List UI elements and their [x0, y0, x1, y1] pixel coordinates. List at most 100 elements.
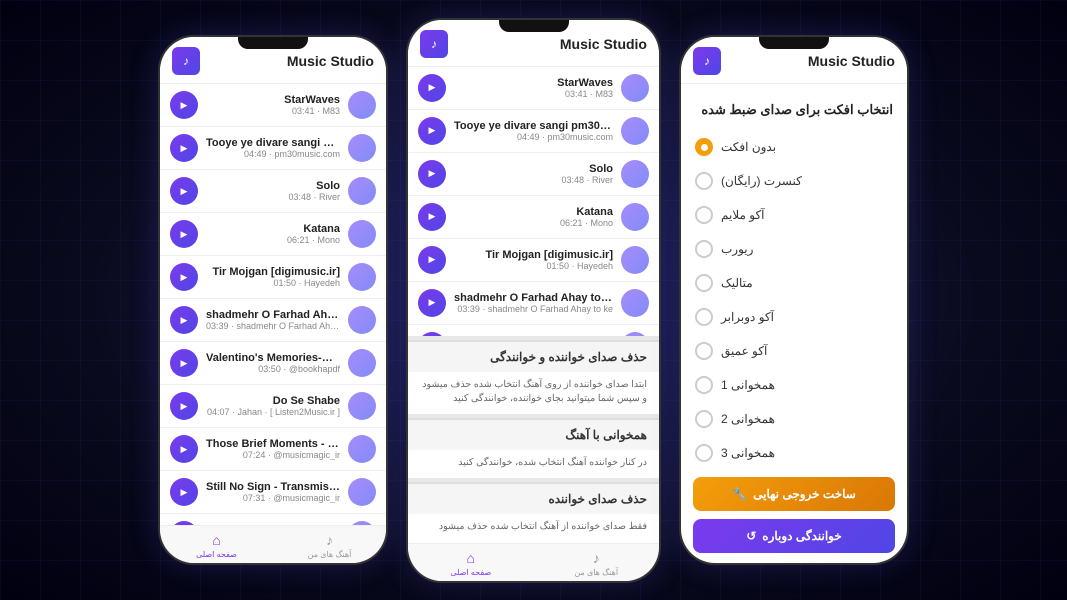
- effect-label-2: آکو ملایم: [721, 208, 765, 222]
- song-avatar-left-5: [348, 306, 376, 334]
- btn-retry[interactable]: خوانندگی دوباره ↺: [693, 519, 895, 553]
- song-meta-center-3: 06:21 · Mono: [454, 218, 613, 228]
- play-btn-center-2[interactable]: ▶: [418, 160, 446, 188]
- effect-item-9[interactable]: همخوانی 3: [681, 436, 907, 467]
- radio-2[interactable]: [695, 206, 713, 224]
- radio-0[interactable]: [695, 138, 713, 156]
- play-btn-left-1[interactable]: ▶: [170, 134, 198, 162]
- effect-label-1: کنسرت (رایگان): [721, 174, 802, 188]
- song-item-left-7[interactable]: ▶ Do Se Shabe 04:07 · Jahan · [ Listen2M…: [160, 385, 386, 428]
- action-buttons-right: ساخت خروجی نهایی 🔧 خوانندگی دوباره ↺: [681, 467, 907, 563]
- song-item-left-0[interactable]: ▶ StarWaves 03:41 · M83: [160, 84, 386, 127]
- effect-label-7: همخوانی 1: [721, 378, 775, 392]
- effect-item-8[interactable]: همخوانی 2: [681, 402, 907, 436]
- song-avatar-center-3: [621, 203, 649, 231]
- btn-final[interactable]: ساخت خروجی نهایی 🔧: [693, 477, 895, 511]
- song-item-left-4[interactable]: ▶ Tir Mojgan [digimusic.ir] 01:50 · Haye…: [160, 256, 386, 299]
- play-btn-center-1[interactable]: ▶: [418, 117, 446, 145]
- song-title-center-4: Tir Mojgan [digimusic.ir]: [454, 249, 613, 261]
- effect-label-8: همخوانی 2: [721, 412, 775, 426]
- phone-left: ♪ Music Studio ▶ StarWaves 03:41 · M83 ▶…: [158, 35, 388, 565]
- song-title-center-5: shadmehr O Farhad Ahay to ke: [454, 292, 613, 304]
- song-item-center-2[interactable]: ▶ Solo 03:48 · River: [408, 153, 659, 196]
- song-info-center-1: Tooye ye divare sangi pm30music.com 04:4…: [454, 120, 613, 142]
- header-title-left: Music Studio: [208, 53, 374, 69]
- song-avatar-left-6: [348, 349, 376, 377]
- song-list-left[interactable]: ▶ StarWaves 03:41 · M83 ▶ Tooye ye divar…: [160, 84, 386, 525]
- play-btn-left-2[interactable]: ▶: [170, 177, 198, 205]
- nav-mymusic-left[interactable]: ♪ آهنگ های من: [273, 532, 386, 559]
- nav-mymusic-center[interactable]: ♪ آهنگ های من: [534, 550, 660, 577]
- song-meta-left-2: 03:48 · River: [206, 192, 340, 202]
- play-btn-left-6[interactable]: ▶: [170, 349, 198, 377]
- song-info-left-1: Tooye ye divare sangi pm30music.com 04:4…: [206, 137, 340, 159]
- radio-4[interactable]: [695, 274, 713, 292]
- effect-item-1[interactable]: کنسرت (رایگان): [681, 164, 907, 198]
- nav-home-center[interactable]: ⌂ صفحه اصلی: [408, 550, 534, 577]
- song-info-left-7: Do Se Shabe 04:07 · Jahan · [ Listen2Mus…: [206, 395, 340, 417]
- song-title-left-8: Those Brief Moments - Transmission Zero: [206, 438, 340, 450]
- effect-label-9: همخوانی 3: [721, 446, 775, 460]
- song-item-left-1[interactable]: ▶ Tooye ye divare sangi pm30music.com 04…: [160, 127, 386, 170]
- song-meta-center-2: 03:48 · River: [454, 175, 613, 185]
- play-btn-center-3[interactable]: ▶: [418, 203, 446, 231]
- effect-item-5[interactable]: آکو دوبرابر: [681, 300, 907, 334]
- header-title-center: Music Studio: [456, 36, 647, 52]
- play-btn-left-4[interactable]: ▶: [170, 263, 198, 291]
- song-meta-center-1: 04:49 · pm30music.com: [454, 132, 613, 142]
- effect-item-4[interactable]: متالیک: [681, 266, 907, 300]
- song-item-center-3[interactable]: ▶ Katana 06:21 · Mono: [408, 196, 659, 239]
- song-item-left-8[interactable]: ▶ Those Brief Moments - Transmission Zer…: [160, 428, 386, 471]
- nav-home-left[interactable]: ⌂ صفحه اصلی: [160, 532, 273, 559]
- radio-8[interactable]: [695, 410, 713, 428]
- effect-item-2[interactable]: آکو ملایم: [681, 198, 907, 232]
- song-item-center-1[interactable]: ▶ Tooye ye divare sangi pm30music.com 04…: [408, 110, 659, 153]
- radio-6[interactable]: [695, 342, 713, 360]
- effect-item-0[interactable]: بدون افکت: [681, 130, 907, 164]
- notch-center: [499, 20, 569, 32]
- play-btn-left-3[interactable]: ▶: [170, 220, 198, 248]
- radio-1[interactable]: [695, 172, 713, 190]
- song-item-center-0[interactable]: ▶ StarWaves 03:41 · M83: [408, 67, 659, 110]
- song-meta-left-1: 04:49 · pm30music.com: [206, 149, 340, 159]
- song-item-left-2[interactable]: ▶ Solo 03:48 · River: [160, 170, 386, 213]
- effect-item-6[interactable]: آکو عمیق: [681, 334, 907, 368]
- play-btn-left-0[interactable]: ▶: [170, 91, 198, 119]
- radio-3[interactable]: [695, 240, 713, 258]
- song-item-center-4[interactable]: ▶ Tir Mojgan [digimusic.ir] 01:50 · Haye…: [408, 239, 659, 282]
- music-icon-center: ♪: [593, 550, 600, 566]
- logo-left: ♪: [172, 47, 200, 75]
- song-title-center-0: StarWaves: [454, 77, 613, 89]
- music-icon-left: ♪: [326, 532, 333, 548]
- play-btn-left-8[interactable]: ▶: [170, 435, 198, 463]
- song-title-left-4: Tir Mojgan [digimusic.ir]: [206, 266, 340, 278]
- song-item-left-6[interactable]: ▶ Valentino's Memories-Secession Studios…: [160, 342, 386, 385]
- song-item-center-5[interactable]: ▶ shadmehr O Farhad Ahay to ke 03:39 · s…: [408, 282, 659, 325]
- song-item-left-9[interactable]: ▶ Still No Sign - Transmission Zero 07:3…: [160, 471, 386, 514]
- song-meta-left-9: 07:31 · @musicmagic_ir: [206, 493, 340, 503]
- play-btn-center-5[interactable]: ▶: [418, 289, 446, 317]
- logo-right: ♪: [693, 47, 721, 75]
- song-item-left-10[interactable]: ▶ Bridges - Transmission Zero 12:05 · @m…: [160, 514, 386, 525]
- nav-home-label-left: صفحه اصلی: [196, 550, 237, 559]
- song-meta-center-5: 03:39 · shadmehr O Farhad Ahay to ke: [454, 304, 613, 314]
- song-avatar-center-5: [621, 289, 649, 317]
- effect-item-7[interactable]: همخوانی 1: [681, 368, 907, 402]
- play-btn-left-9[interactable]: ▶: [170, 478, 198, 506]
- play-btn-center-0[interactable]: ▶: [418, 74, 446, 102]
- song-item-left-5[interactable]: ▶ shadmehr O Farhad Ahay to ke 03:39 · s…: [160, 299, 386, 342]
- song-meta-center-4: 01:50 · Hayedeh: [454, 261, 613, 271]
- song-info-left-0: StarWaves 03:41 · M83: [206, 94, 340, 116]
- radio-7[interactable]: [695, 376, 713, 394]
- song-item-left-3[interactable]: ▶ Katana 06:21 · Mono: [160, 213, 386, 256]
- radio-9[interactable]: [695, 444, 713, 462]
- effect-item-3[interactable]: ریورب: [681, 232, 907, 266]
- play-btn-left-5[interactable]: ▶: [170, 306, 198, 334]
- play-btn-center-4[interactable]: ▶: [418, 246, 446, 274]
- song-list-center[interactable]: ▶ StarWaves 03:41 · M83 ▶ Tooye ye divar…: [408, 67, 659, 336]
- radio-5[interactable]: [695, 308, 713, 326]
- song-avatar-center-0: [621, 74, 649, 102]
- play-btn-left-7[interactable]: ▶: [170, 392, 198, 420]
- song-item-center-6[interactable]: ▶ Valentino's Memories-Secession Studios…: [408, 325, 659, 336]
- center-content: ▶ StarWaves 03:41 · M83 ▶ Tooye ye divar…: [408, 67, 659, 543]
